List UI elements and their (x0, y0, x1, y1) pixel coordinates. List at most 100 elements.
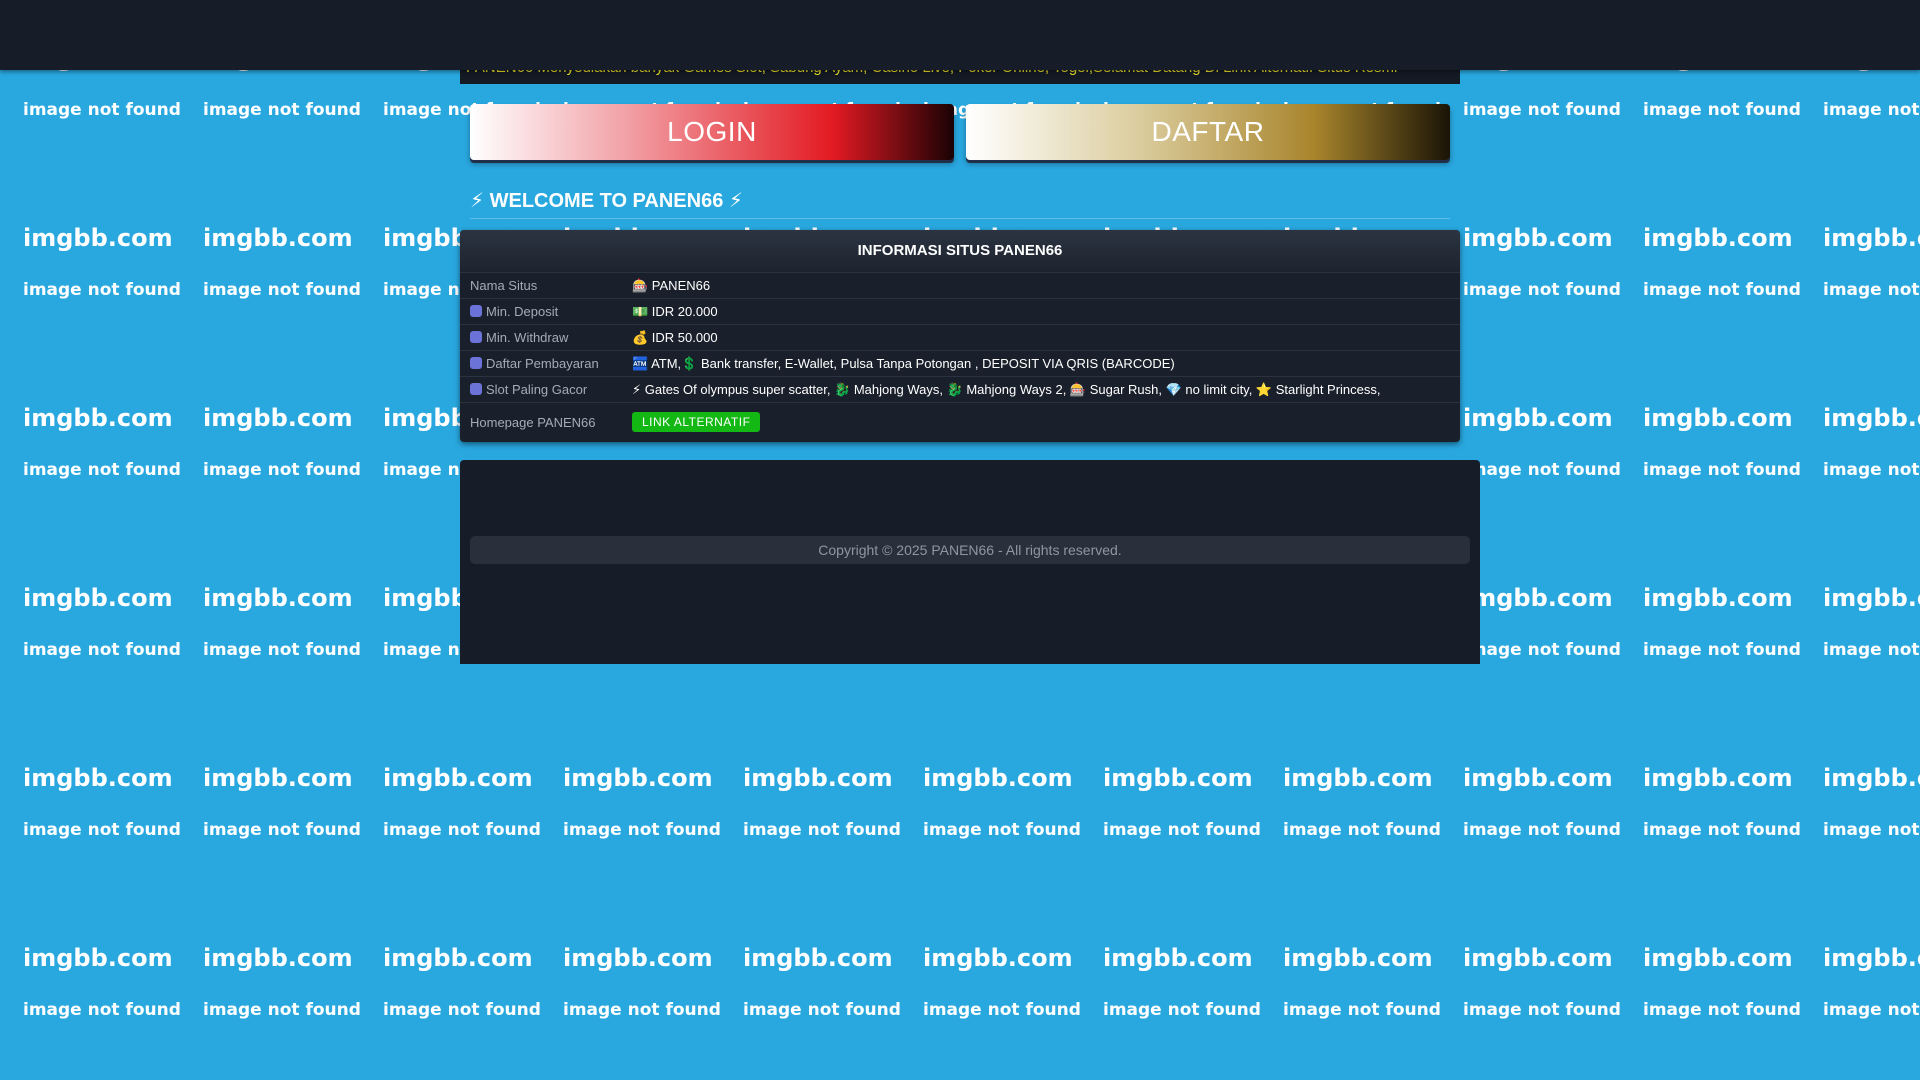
info-row: Daftar Pembayaran 🏧 ATM,💲 Bank transfer, … (460, 350, 1460, 377)
tile-error-text: image not found (1823, 640, 1920, 660)
info-row: Slot Paling Gacor ⚡ Gates Of olympus supe… (460, 376, 1460, 403)
info-row-label: Nama Situs (460, 272, 632, 299)
info-row: Nama Situs 🎰 PANEN66 (460, 272, 1460, 299)
bullet-icon (470, 357, 482, 369)
broken-image-tile: imgbb.com image not found (1800, 720, 1920, 900)
broken-image-tile: imgbb.com image not found (1620, 540, 1801, 720)
tile-source-text: imgbb.com (923, 944, 1073, 972)
tile-source-text: imgbb.com (1283, 944, 1433, 972)
tile-source-text: imgbb.com (203, 404, 353, 432)
tile-error-text: image not found (1463, 460, 1621, 480)
broken-image-tile: imgbb.com image not found (1440, 180, 1621, 360)
tile-error-text: image not found (203, 1000, 361, 1020)
tile-source-text: imgbb.com (923, 764, 1073, 792)
tile-error-text: image not found (1463, 820, 1621, 840)
tile-error-text: image not found (1643, 280, 1801, 300)
broken-image-tile: imgbb.com image not found (180, 180, 361, 360)
footer-panel: Copyright © 2025 PANEN66 - All rights re… (460, 460, 1480, 664)
info-row-label: Daftar Pembayaran (460, 350, 632, 377)
broken-image-tile: imgbb.com image not found (720, 720, 901, 900)
tile-error-text: image not found (1823, 820, 1920, 840)
tile-error-text: image not found (203, 640, 361, 660)
tile-source-text: imgbb.com (743, 764, 893, 792)
broken-image-tile: imgbb.com image not found (900, 900, 1081, 1080)
tile-source-text: imgbb.com (203, 224, 353, 252)
broken-image-tile: imgbb.com image not found (360, 720, 541, 900)
tile-error-text: image not found (1463, 280, 1621, 300)
tile-source-text: imgbb.com (1823, 224, 1920, 252)
tile-source-text: imgbb.com (203, 584, 353, 612)
tile-error-text: image not found (563, 820, 721, 840)
broken-image-tile: imgbb.com image not found (0, 900, 181, 1080)
tile-error-text: image not found (203, 100, 361, 120)
broken-image-tile: imgbb.com image not found (0, 360, 181, 540)
tile-source-text: imgbb.com (1463, 404, 1613, 432)
info-row-label: Slot Paling Gacor (460, 376, 632, 403)
tile-source-text: imgbb.com (1283, 764, 1433, 792)
info-label-text: Min. Withdraw (486, 330, 569, 345)
broken-image-tile: imgbb.com image not found (1080, 720, 1261, 900)
tile-error-text: image not found (1103, 820, 1261, 840)
tile-error-text: image not found (743, 820, 901, 840)
tile-error-text: image not found (203, 280, 361, 300)
site-info-table: Nama Situs 🎰 PANEN66 Min. Deposit 💵 IDR 20.… (460, 272, 1460, 441)
info-label-text: Nama Situs (470, 278, 538, 293)
homepage-label: Homepage PANEN66 (460, 402, 632, 441)
tile-error-text: image not found (23, 280, 181, 300)
info-row: Min. Withdraw 💰 IDR 50.000 (460, 324, 1460, 351)
broken-image-tile: imgbb.com image not found (0, 720, 181, 900)
alternative-link-button[interactable]: LINK ALTERNATIF (632, 412, 761, 432)
broken-image-tile: imgbb.com image not found (900, 720, 1081, 900)
tile-error-text: image not found (23, 460, 181, 480)
tile-source-text: imgbb.com (563, 944, 713, 972)
tile-error-text: image not found (1823, 280, 1920, 300)
broken-image-tile: imgbb.com image not found (1260, 720, 1441, 900)
tile-error-text: image not found (1823, 460, 1920, 480)
tile-error-text: image not found (23, 1000, 181, 1020)
tile-error-text: image not found (1643, 1000, 1801, 1020)
tile-source-text: imgbb.com (563, 764, 713, 792)
broken-image-tile: imgbb.com image not found (1080, 900, 1261, 1080)
register-button[interactable]: DAFTAR (966, 104, 1450, 160)
tile-source-text: imgbb.com (1823, 764, 1920, 792)
tile-error-text: image not found (923, 1000, 1081, 1020)
info-row-value: 💰 IDR 50.000 (632, 324, 1460, 351)
info-row-label: Min. Withdraw (460, 324, 632, 351)
bullet-icon (470, 305, 482, 317)
top-header-bar (0, 0, 1920, 70)
info-label-text: Slot Paling Gacor (486, 382, 588, 397)
tile-error-text: image not found (203, 460, 361, 480)
tile-error-text: image not found (23, 640, 181, 660)
info-row-value: 🎰 PANEN66 (632, 272, 1460, 299)
broken-image-tile: imgbb.com image not found (720, 900, 901, 1080)
tile-error-text: image not found (1643, 100, 1801, 120)
tile-source-text: imgbb.com (1463, 764, 1613, 792)
tile-source-text: imgbb.com (1823, 584, 1920, 612)
broken-image-tile: imgbb.com image not found (1800, 360, 1920, 540)
tile-source-text: imgbb.com (203, 764, 353, 792)
tile-source-text: imgbb.com (23, 404, 173, 432)
broken-image-tile: imgbb.com image not found (1620, 900, 1801, 1080)
info-row-label: Min. Deposit (460, 298, 632, 325)
login-button[interactable]: LOGIN (470, 104, 954, 160)
welcome-heading: ⚡ WELCOME TO PANEN66 ⚡ (470, 188, 1450, 219)
tile-error-text: image not found (383, 820, 541, 840)
tile-source-text: imgbb.com (383, 764, 533, 792)
tile-source-text: imgbb.com (1823, 404, 1920, 432)
broken-image-tile: imgbb.com image not found (180, 720, 361, 900)
info-row-value: 🏧 ATM,💲 Bank transfer, E-Wallet, Pulsa T… (632, 350, 1460, 377)
tile-source-text: imgbb.com (1463, 224, 1613, 252)
tile-source-text: imgbb.com (1643, 584, 1793, 612)
copyright-text: Copyright © 2025 PANEN66 - All rights re… (470, 536, 1470, 564)
tile-error-text: image not found (1643, 820, 1801, 840)
tile-error-text: image not found (1823, 100, 1920, 120)
broken-image-tile: imgbb.com image not found (1620, 180, 1801, 360)
broken-image-tile: imgbb.com image not found (1260, 900, 1441, 1080)
tile-source-text: imgbb.com (1643, 944, 1793, 972)
tile-source-text: imgbb.com (23, 584, 173, 612)
broken-image-tile: imgbb.com image not found (540, 900, 721, 1080)
tile-source-text: imgbb.com (1463, 944, 1613, 972)
tile-error-text: image not found (1283, 820, 1441, 840)
welcome-text: ⚡ WELCOME TO PANEN66 ⚡ (470, 190, 743, 212)
info-row-value: ⚡ Gates Of olympus super scatter, 🐉 Mahj… (632, 376, 1460, 403)
